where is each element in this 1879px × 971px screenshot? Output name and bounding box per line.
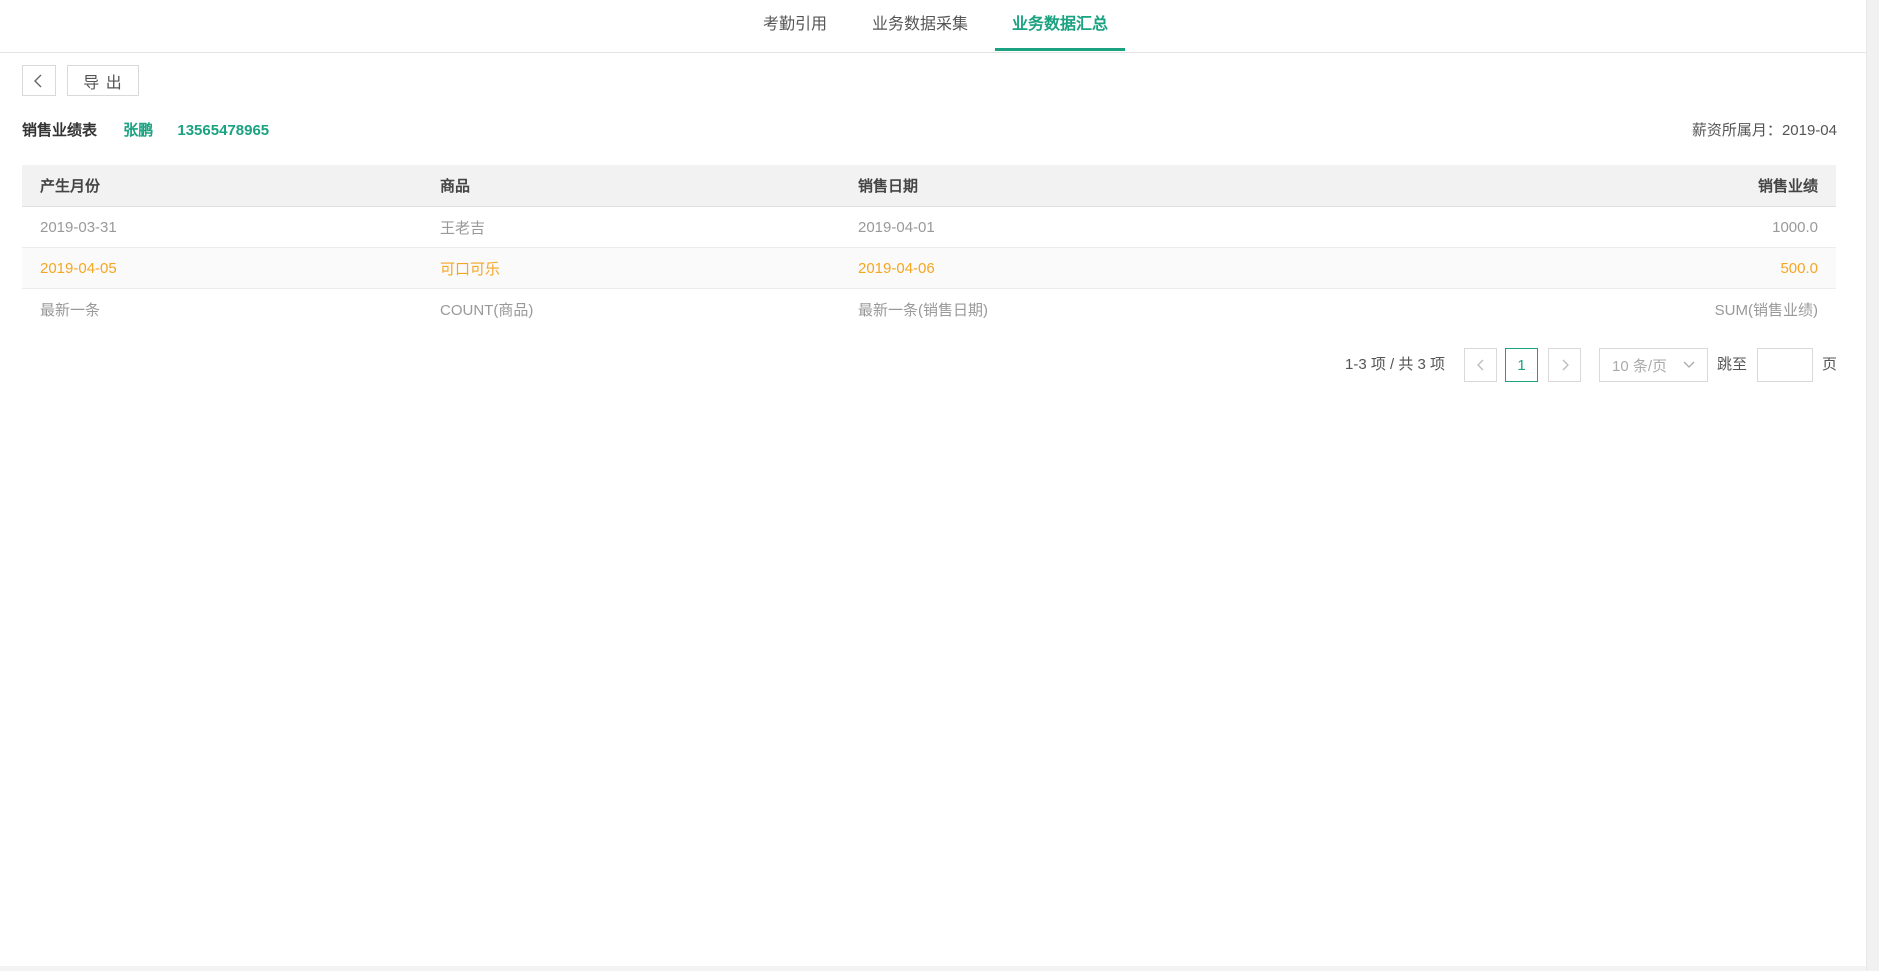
cell-product: 王老吉 — [440, 219, 486, 237]
report-title: 销售业绩表 — [22, 122, 98, 139]
cell-sales-amount: 500.0 — [1780, 259, 1818, 277]
cell-sale-date: 2019-04-01 — [858, 218, 935, 236]
header-sales-amount[interactable]: 销售业绩 — [1758, 165, 1818, 206]
back-button[interactable] — [22, 65, 56, 96]
tab-business-data-collection[interactable]: 业务数据采集 — [872, 0, 968, 52]
salary-month: 薪资所属月：2019-04 — [1692, 120, 1837, 142]
table-row[interactable]: 2019-03-31 王老吉 2019-04-01 1000.0 — [22, 207, 1836, 248]
summary-sale-date: 最新一条(销售日期) — [858, 301, 988, 319]
tab-attendance-reference[interactable]: 考勤引用 — [762, 0, 828, 52]
pagination-summary: 1-3 项 / 共 3 项 — [1345, 356, 1446, 373]
jump-label: 跳至 — [1717, 356, 1748, 373]
chevron-right-icon — [1562, 359, 1569, 371]
salary-month-label: 薪资所属月： — [1691, 122, 1782, 139]
summary-product: COUNT(商品) — [440, 301, 534, 319]
header-sale-date[interactable]: 销售日期 — [858, 165, 918, 206]
page-size-select[interactable]: 10 条/页 — [1599, 348, 1708, 382]
export-button[interactable]: 导 出 — [67, 65, 139, 96]
chevron-left-icon — [1476, 359, 1483, 371]
cell-sales-amount: 1000.0 — [1772, 218, 1818, 236]
cell-product: 可口可乐 — [440, 260, 501, 278]
top-tab-bar: 考勤引用 业务数据采集 业务数据汇总 — [0, 0, 1866, 53]
salary-month-value: 2019-04 — [1781, 122, 1837, 139]
chevron-down-icon — [1683, 361, 1695, 368]
cell-month: 2019-04-05 — [40, 259, 117, 277]
jump-page-input[interactable] — [1757, 348, 1813, 382]
employee-name: 张鹏 — [123, 122, 154, 139]
chevron-left-icon — [34, 74, 42, 87]
header-product[interactable]: 商品 — [440, 165, 470, 206]
page-size-value: 10 条/页 — [1612, 357, 1668, 375]
cell-month: 2019-03-31 — [40, 218, 117, 236]
report-info: 销售业绩表 张鹏 13565478965 — [22, 120, 269, 142]
page-suffix: 页 — [1822, 356, 1838, 373]
table-row[interactable]: 2019-04-05 可口可乐 2019-04-06 500.0 — [22, 248, 1836, 289]
vertical-scrollbar[interactable] — [1866, 0, 1879, 971]
employee-phone: 13565478965 — [177, 122, 270, 139]
prev-page-button[interactable] — [1464, 348, 1497, 382]
cell-sale-date: 2019-04-06 — [858, 259, 935, 277]
sales-table: 产生月份 商品 销售日期 销售业绩 2019-03-31 王老吉 2019-04… — [22, 165, 1836, 329]
tab-business-data-summary[interactable]: 业务数据汇总 — [995, 0, 1125, 51]
table-header: 产生月份 商品 销售日期 销售业绩 — [22, 165, 1836, 207]
horizontal-scrollbar[interactable] — [0, 966, 1866, 971]
page-number-1[interactable]: 1 — [1505, 348, 1538, 382]
summary-sales-amount: SUM(销售业绩) — [1714, 301, 1818, 319]
header-month[interactable]: 产生月份 — [40, 165, 100, 206]
next-page-button[interactable] — [1548, 348, 1581, 382]
table-summary-row: 最新一条 COUNT(商品) 最新一条(销售日期) SUM(销售业绩) — [22, 289, 1836, 329]
summary-month: 最新一条 — [40, 301, 101, 319]
